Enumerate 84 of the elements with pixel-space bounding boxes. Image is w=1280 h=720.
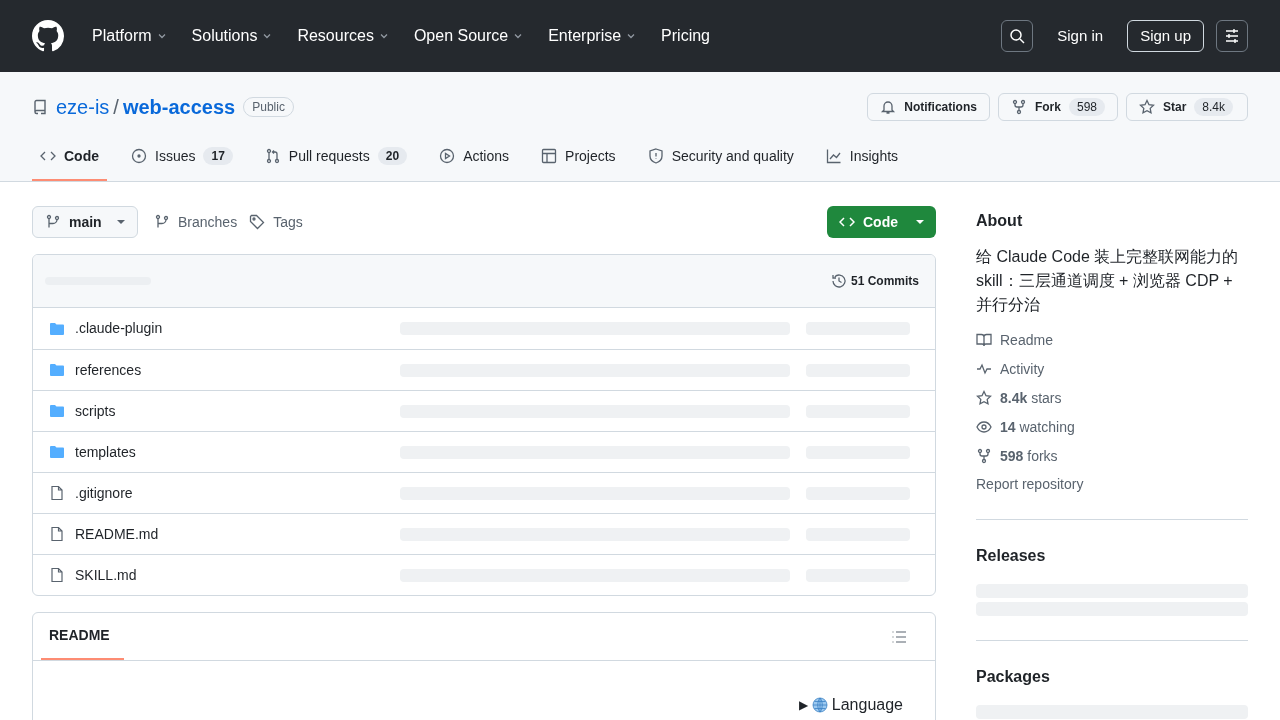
owner-link[interactable]: eze-is xyxy=(56,92,110,122)
repo-tab[interactable]: Pull requests 20 xyxy=(256,133,416,181)
repo-tab[interactable]: Issues 17 xyxy=(123,133,241,181)
folder-icon xyxy=(49,362,65,378)
repo-description: 给 Claude Code 装上完整联网能力的 skill：三层通道调度 + 浏览器 CDP + 并行分治 xyxy=(976,247,1240,315)
logo-icon[interactable] xyxy=(32,20,64,52)
graph-icon xyxy=(825,148,842,164)
repo-tab[interactable]: Code xyxy=(32,133,107,181)
code-button[interactable]: Code xyxy=(827,206,936,238)
caret-icon xyxy=(117,218,125,226)
file-name-link[interactable]: references xyxy=(75,359,400,381)
file-name-link[interactable]: templates xyxy=(75,441,400,463)
book-icon xyxy=(976,332,992,348)
about-link[interactable]: 14 watching xyxy=(1000,416,1075,438)
file-name-link[interactable]: scripts xyxy=(75,400,400,422)
nav-menu-item[interactable]: Open Source xyxy=(409,24,529,48)
commits-link[interactable]: 51 Commits xyxy=(830,272,919,290)
nav-menu-item[interactable]: Solutions xyxy=(187,24,278,48)
readme-tab[interactable]: README xyxy=(41,613,124,660)
about-link[interactable]: 598 forks xyxy=(1000,445,1058,467)
star-count: 8.4k xyxy=(1194,98,1234,116)
repo-tab[interactable]: Security and quality xyxy=(639,133,802,181)
sliders-icon xyxy=(1224,28,1240,44)
eye-icon xyxy=(976,419,992,435)
section-heading[interactable]: Releases xyxy=(976,544,1248,568)
count-badge: 17 xyxy=(203,147,233,165)
file-name-link[interactable]: README.md xyxy=(75,523,400,545)
fork-count: 598 xyxy=(1068,98,1105,116)
nav-menu-item[interactable]: Platform xyxy=(88,24,172,48)
star-button[interactable]: Star 8.4k xyxy=(1126,93,1248,121)
folder-icon xyxy=(49,403,65,419)
file-icon xyxy=(49,526,65,542)
fork-icon xyxy=(1010,99,1027,115)
tags-link[interactable]: Tags xyxy=(249,211,303,233)
tag-icon xyxy=(249,214,266,230)
repo-tab[interactable]: Actions xyxy=(431,133,518,181)
menu-button[interactable] xyxy=(1216,20,1248,52)
repo-name-link[interactable]: web-access xyxy=(122,92,236,122)
branch-icon xyxy=(45,214,61,230)
about-link[interactable]: Readme xyxy=(1000,329,1053,351)
nav-menu-item[interactable]: Enterprise xyxy=(544,24,642,48)
nav-menu-item[interactable]: Pricing xyxy=(657,24,714,48)
fork-icon xyxy=(976,448,992,464)
about-link[interactable]: 8.4k stars xyxy=(1000,387,1062,409)
repo-icon xyxy=(32,99,48,115)
notifications-button[interactable]: Notifications xyxy=(867,93,990,121)
branches-link[interactable]: Branches xyxy=(154,211,238,233)
bell-icon xyxy=(880,99,897,115)
file-name-link[interactable]: SKILL.md xyxy=(75,564,400,586)
about-heading: About xyxy=(976,211,1024,231)
shield-icon xyxy=(647,148,664,164)
search-icon xyxy=(1009,28,1026,44)
folder-icon xyxy=(49,320,65,337)
file-name-link[interactable]: .gitignore xyxy=(75,482,400,504)
pull-request-icon xyxy=(264,148,281,164)
branch-select[interactable]: main xyxy=(32,206,138,238)
repo-tab[interactable]: Insights xyxy=(817,133,907,181)
table-icon xyxy=(541,148,558,164)
section-heading[interactable]: Packages xyxy=(976,665,1248,689)
caret-icon xyxy=(916,218,924,226)
pulse-icon xyxy=(976,361,992,377)
search-button[interactable] xyxy=(1001,20,1034,52)
language-summary[interactable]: Language xyxy=(831,693,903,717)
star-icon xyxy=(1139,99,1155,115)
path-separator: / xyxy=(113,95,119,120)
history-icon xyxy=(830,273,847,289)
nav-menu-item[interactable]: Resources xyxy=(293,24,394,48)
sign-up-button[interactable]: Sign up xyxy=(1127,20,1204,52)
branch-icon xyxy=(154,214,170,230)
play-icon xyxy=(439,148,456,164)
about-link[interactable]: Activity xyxy=(1000,358,1045,380)
file-icon xyxy=(49,485,65,501)
folder-icon xyxy=(49,444,65,460)
fork-button[interactable]: Fork 598 xyxy=(997,93,1118,121)
disclosure-triangle[interactable]: ▶ xyxy=(798,696,808,714)
issue-icon xyxy=(131,148,147,164)
sign-in-link[interactable]: Sign in xyxy=(1045,24,1116,48)
file-icon xyxy=(49,567,65,583)
report-link[interactable]: Report repository xyxy=(976,474,1248,495)
globe-icon xyxy=(811,697,828,713)
star-icon xyxy=(976,390,992,406)
repo-tab[interactable]: Projects xyxy=(533,133,624,181)
count-badge: 20 xyxy=(377,147,408,165)
file-name-link[interactable]: .claude-plugin xyxy=(75,318,400,339)
